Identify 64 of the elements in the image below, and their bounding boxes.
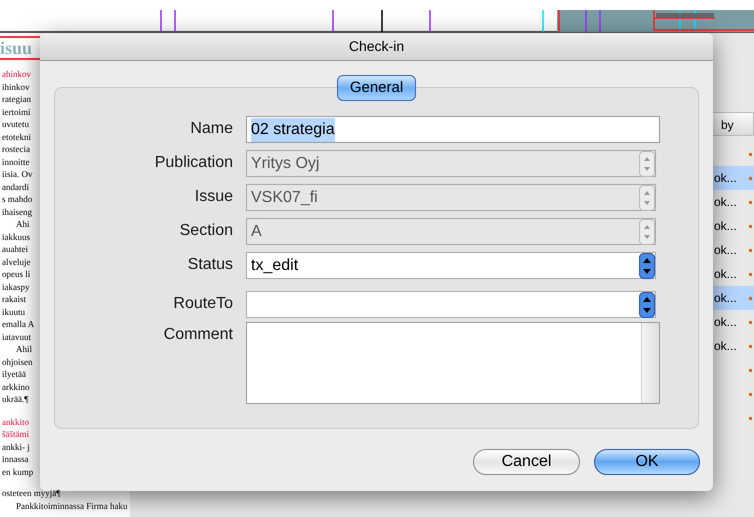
document-text-line: alveluje [2,256,30,266]
row-marker-icon [749,152,752,156]
document-text-line: iertoimi [2,106,30,116]
document-text-line: ikuutu [2,306,26,316]
document-text-line: auahtei [2,244,28,254]
stepper-arrows-icon[interactable] [639,252,655,278]
document-text-line: Ahi [16,219,30,229]
document-text-line: rostecia [2,144,30,154]
document-text-line: ilyetää [2,369,26,379]
document-text-line: innassa [2,454,28,464]
name-input-field[interactable]: 02 strategia [246,116,660,143]
field-label: Comment [162,325,233,345]
document-text-line: uvutetu [2,119,29,129]
scrollbar-track[interactable] [641,323,659,403]
document-text-line: innoitte [2,156,30,166]
row-marker-icon [749,224,752,228]
document-text-line: ahinkov [2,69,31,79]
cancel-button[interactable]: Cancel [473,449,580,475]
document-text-line: iatavuut [2,332,31,342]
document-text-line: šäštämi [2,429,29,439]
stepper-arrows-icon[interactable] [639,292,655,318]
row-marker-icon [749,320,752,324]
row-marker-icon [749,344,752,348]
document-text-line: opeus li [2,269,30,279]
field-label: Section [178,221,233,241]
document-text-line: ankki- j [2,442,30,452]
document-text-line: en kump [2,466,34,476]
document-text-line: iisia. Ov [2,169,32,179]
document-text-line: ihinkov [2,82,30,92]
document-text-line: ohjoisen [2,356,32,366]
document-text-line: Ahil [16,344,32,354]
document-text-line: rakaist [2,294,26,304]
row-marker-icon [749,248,752,252]
row-marker-icon [749,368,752,372]
row-marker-icon [749,176,752,180]
tab[interactable]: General [336,75,416,101]
row-marker-icon [749,392,752,396]
row-marker-icon [749,416,752,420]
comment-text-area[interactable] [246,322,660,404]
document-text-line: rategian [2,94,31,104]
document-text-line: s mahdo [2,194,32,204]
document-text-line: arkkino [2,382,30,392]
field-label: Issue [194,187,233,207]
document-text-line: etotekni [2,132,31,142]
popup-field[interactable] [246,291,656,318]
popup-field[interactable]: tx_edit [246,252,656,279]
window-title: Check-in [348,37,404,56]
document-text-line: ankkito [2,416,29,426]
field-label: Publication [154,153,233,173]
field-label: Status [186,255,233,275]
field-label: Name [189,119,233,139]
document-text-line: iakkuus [2,232,30,242]
document-text-line: osteteen myyjä¶ [2,488,60,498]
row-marker-icon [749,296,752,300]
document-text-line: iakaspy [2,282,30,292]
document-text-line: andardi [2,182,29,192]
document-text-line: emalla A [2,319,34,329]
row-marker-icon [749,200,752,204]
field-label: RouteTo [172,294,233,314]
document-text-line: Pankkitoiminnassa Firma haku [16,501,128,511]
row-marker-icon [749,272,752,276]
document-text-line: ihaiseng [2,206,32,216]
document-text-line: ukrää.¶ [2,394,28,404]
ok-button[interactable]: OK [594,449,700,475]
